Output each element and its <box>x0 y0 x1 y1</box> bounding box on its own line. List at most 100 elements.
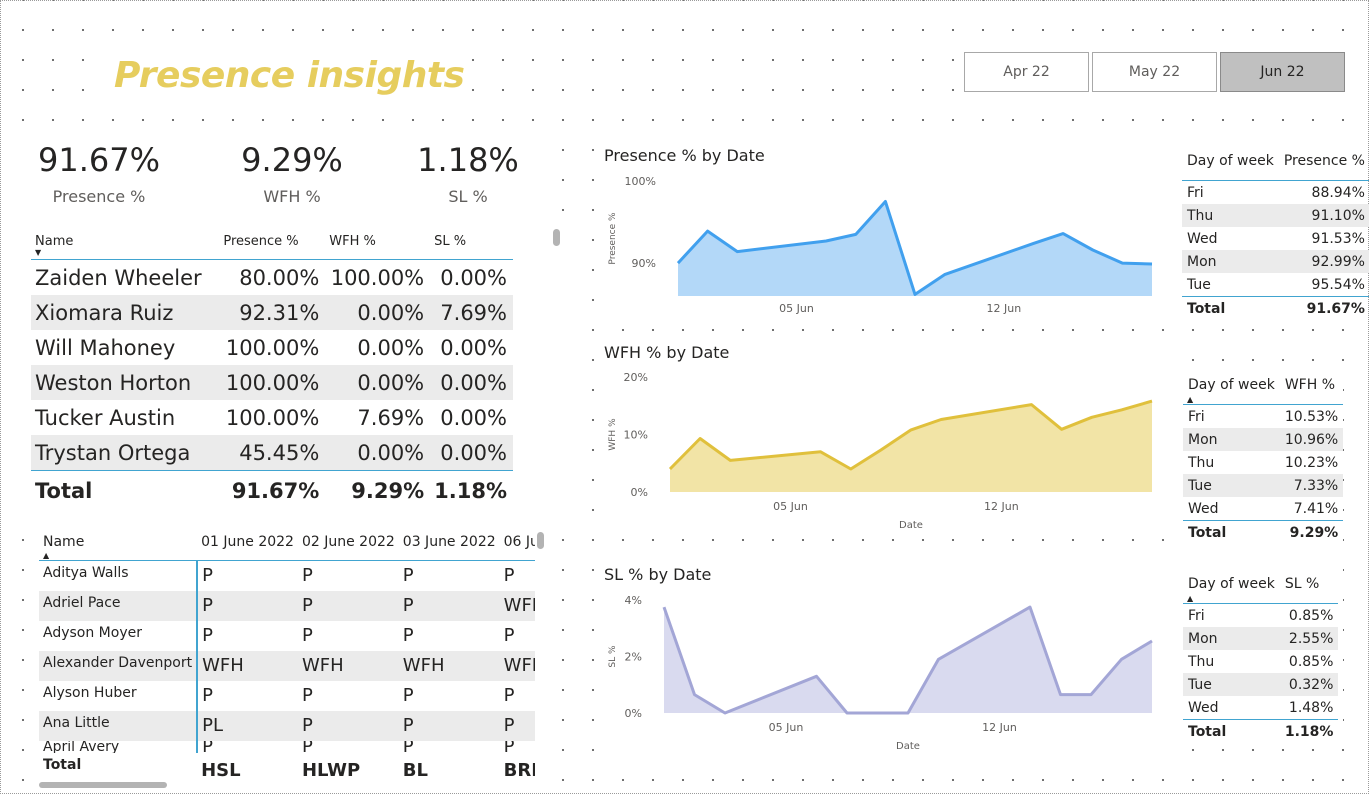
presence-chart-title: Presence % by Date <box>604 146 765 165</box>
column-header-sl[interactable]: SL % <box>430 229 513 260</box>
column-header-presence[interactable]: Presence % <box>219 229 325 260</box>
y-tick-label: 2% <box>625 651 642 664</box>
sort-ascending-icon: ▲ <box>43 551 50 560</box>
table-row[interactable]: Tucker Austin 100.00% 7.69% 0.00% <box>31 400 513 435</box>
table-row[interactable]: April Avery P P P P <box>39 741 535 753</box>
column-header-date-4[interactable]: 06 June <box>500 531 535 561</box>
table-row[interactable]: Tue 95.54% <box>1182 273 1369 297</box>
table-row[interactable]: Xiomara Ruiz 92.31% 0.00% 7.69% <box>31 295 513 330</box>
cell-name: Aditya Walls <box>39 560 199 591</box>
summary-table-scrollbar[interactable] <box>553 229 560 246</box>
cell-status: P <box>503 685 515 706</box>
table-row[interactable]: Trystan Ortega 45.45% 0.00% 0.00% <box>31 435 513 471</box>
x-tick-label: 12 Jun <box>987 302 1022 315</box>
column-header-date-3[interactable]: 03 June 2022 <box>399 531 500 561</box>
cell-day: Tue <box>1183 673 1280 696</box>
column-header-wfh[interactable]: WFH % <box>325 229 430 260</box>
table-row[interactable]: Alexander DavenportWFHWFHWFHWFH <box>39 651 535 681</box>
cell-value: 2.55% <box>1279 627 1339 650</box>
table-row[interactable]: Ana Little PL P P P <box>39 711 535 741</box>
column-header-name[interactable]: Name ▼ <box>31 229 219 260</box>
table-row[interactable]: Mon 2.55% <box>1183 627 1339 650</box>
sort-ascending-icon: ▲ <box>1187 594 1194 603</box>
table-row[interactable]: Tue 7.33% <box>1183 474 1344 497</box>
cell-wfh: 0.00% <box>325 295 431 330</box>
table-row[interactable]: Mon 10.96% <box>1183 428 1344 451</box>
wfh-chart-title: WFH % by Date <box>604 343 730 362</box>
table-row[interactable]: Wed 91.53% <box>1182 227 1369 250</box>
table-row[interactable]: Wed 1.48% <box>1183 696 1339 720</box>
table-row[interactable]: Thu 91.10% <box>1182 204 1369 227</box>
sl-area-chart[interactable]: 0% 2% 4% 05 Jun 12 Jun SL % Date <box>597 586 1167 758</box>
matrix-table-viewport: Name ▲ 01 June 2022 02 June 2022 03 June … <box>39 531 535 783</box>
cell-status: P <box>398 711 500 741</box>
total-sl: 1.18% <box>434 478 507 503</box>
cell-wfh: 0.00% <box>325 435 431 471</box>
table-row[interactable]: Alyson Huber P P P P <box>39 681 535 711</box>
column-header-date-2[interactable]: 02 June 2022 <box>298 531 399 561</box>
total-cell: HLWP <box>301 759 361 781</box>
table-row[interactable]: Tue 0.32% <box>1183 673 1339 696</box>
table-row[interactable]: Will Mahoney 100.00% 0.00% 0.00% <box>31 330 513 365</box>
cell-status: WFH <box>499 651 535 681</box>
cell-status: P <box>499 711 535 741</box>
column-header-value[interactable]: WFH % <box>1280 373 1343 405</box>
cell-name: Adyson Moyer <box>39 621 199 651</box>
cell-day: Tue <box>1187 276 1211 293</box>
column-header-date-1[interactable]: 01 June 2022 <box>197 531 298 561</box>
slicer-button-apr[interactable]: Apr 22 <box>964 52 1089 92</box>
y-tick-label: 10% <box>624 429 648 442</box>
table-row[interactable]: Zaiden Wheeler 80.00% 100.00% 0.00% <box>31 260 513 296</box>
column-header-day[interactable]: Day of week ▲ <box>1183 373 1280 405</box>
table-row[interactable]: Adriel PacePPPWFH <box>39 591 535 621</box>
dow-sl-table: Day of week ▲ SL % Fri 0.85% Mon 2.55% Thu 0… <box>1183 572 1339 743</box>
cell-status: P <box>197 591 298 621</box>
total-value: 1.18% <box>1284 723 1334 740</box>
table-row[interactable]: Thu 10.23% <box>1183 451 1343 474</box>
cell-day: Mon <box>1183 627 1280 650</box>
x-tick-label: 05 Jun <box>779 302 814 315</box>
slicer-button-may[interactable]: May 22 <box>1092 52 1217 92</box>
table-row[interactable]: Adyson Moyer P P P P <box>39 621 535 651</box>
y-tick-label: 90% <box>632 257 656 270</box>
table-row[interactable]: Fri 0.85% <box>1183 604 1338 628</box>
total-value: 9.29% <box>1289 524 1339 541</box>
x-tick-label: 05 Jun <box>769 721 804 734</box>
column-header-value[interactable]: SL % <box>1280 572 1339 604</box>
table-row[interactable]: Mon 92.99% <box>1182 250 1369 273</box>
table-row[interactable]: Wed 7.41% <box>1183 497 1344 521</box>
cell-value: 10.23% <box>1284 454 1339 471</box>
cell-status: P <box>301 741 313 753</box>
table-row[interactable]: Fri 88.94% <box>1182 181 1369 205</box>
cell-wfh: 0.00% <box>357 335 425 360</box>
table-row[interactable]: Aditya Walls P P P P <box>39 560 535 591</box>
total-row: Total 91.67% <box>1182 297 1369 321</box>
dow-presence-table: Day of week Presence %▲ Fri88.94% Thu91.… <box>1182 149 1369 320</box>
cell-value: 91.53% <box>1311 230 1365 247</box>
cell-day: Fri <box>1188 607 1205 624</box>
series-area <box>664 607 1152 713</box>
wfh-area-chart[interactable]: 0% 10% 20% 05 Jun 12 Jun WFH % Date <box>597 363 1167 535</box>
y-tick-label: 20% <box>624 371 648 384</box>
column-header-day[interactable]: Day of week <box>1182 149 1279 181</box>
total-wfh: 9.29% <box>351 478 425 503</box>
column-header-day[interactable]: Day of week ▲ <box>1183 572 1280 604</box>
x-tick-label: 12 Jun <box>984 500 1019 513</box>
matrix-horizontal-scrollbar[interactable] <box>39 782 167 788</box>
sort-descending-icon: ▼ <box>35 248 42 257</box>
table-row[interactable]: Thu 0.85% <box>1183 650 1338 673</box>
kpi-value: 91.67% <box>37 141 160 179</box>
column-header-name[interactable]: Name ▲ <box>39 531 197 561</box>
slicer-button-jun[interactable]: Jun 22 <box>1220 52 1345 92</box>
kpi-sl: 1.18% SL % <box>378 141 558 206</box>
cell-status: WFH <box>297 651 399 681</box>
table-row[interactable]: Fri 10.53% <box>1183 405 1343 429</box>
presence-area-chart[interactable]: 90% 100% 05 Jun 12 Jun Presence % <box>597 166 1167 321</box>
matrix-vertical-scrollbar[interactable] <box>537 532 544 549</box>
table-row[interactable]: Weston Horton 100.00% 0.00% 0.00% <box>31 365 513 400</box>
cell-value: 0.85% <box>1288 607 1334 624</box>
sl-chart-title: SL % by Date <box>604 565 712 584</box>
column-header-value[interactable]: Presence %▲ <box>1279 149 1369 181</box>
cell-status: P <box>402 685 414 706</box>
cell-day: Thu <box>1188 653 1215 670</box>
